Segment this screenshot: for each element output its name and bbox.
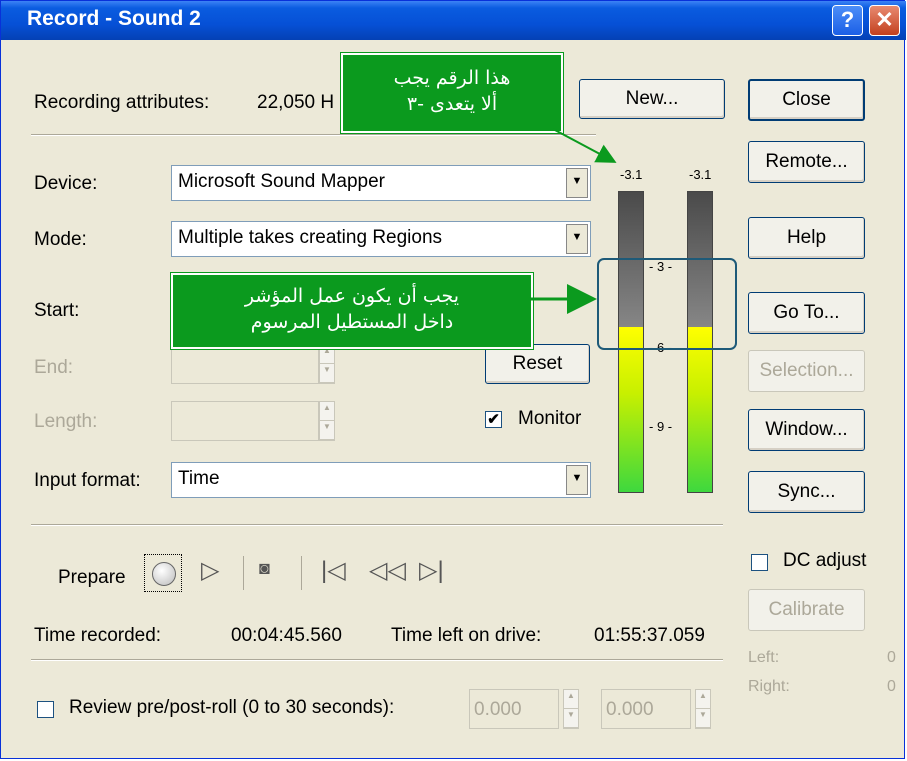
post-roll-field[interactable]: 0.000 [601, 689, 691, 729]
dc-adjust-label: DC adjust [783, 550, 867, 571]
callout-line: يجب أن يكون عمل المؤشر [244, 285, 460, 307]
remote-button[interactable]: Remote... [748, 141, 865, 183]
annotation-rectangle [597, 258, 737, 350]
go-to-end-icon[interactable]: ▷| [419, 556, 444, 585]
callout-meter-range: يجب أن يكون عمل المؤشر داخل المستطيل الم… [170, 272, 534, 350]
review-label: Review pre/post-roll (0 to 30 seconds): [69, 697, 395, 718]
end-field[interactable] [171, 344, 319, 384]
pre-roll-spinner[interactable]: ▲ ▼ [563, 689, 579, 729]
post-roll-value: 0.000 [606, 699, 654, 720]
time-left-value: 01:55:37.059 [594, 625, 705, 646]
chevron-down-icon[interactable]: ▼ [566, 168, 588, 198]
right-level-fill [688, 327, 712, 492]
chevron-down-icon[interactable]: ▼ [566, 224, 588, 254]
pre-roll-value: 0.000 [474, 699, 522, 720]
divider [301, 556, 302, 590]
record-button[interactable] [144, 554, 182, 592]
chevron-down-icon[interactable]: ▼ [566, 465, 588, 495]
callout-line: داخل المستطيل المرسوم [250, 311, 454, 333]
calibrate-button[interactable]: Calibrate [748, 589, 865, 631]
rewind-icon[interactable]: ◁◁ [369, 556, 406, 585]
mode-select[interactable]: Multiple takes creating Regions ▼ [171, 221, 591, 257]
callout-peak-limit: هذا الرقم يجب ألا يتعدى -٣ [340, 52, 564, 134]
start-label: Start: [34, 300, 80, 321]
right-peak-readout: -3.1 [689, 167, 712, 182]
device-select[interactable]: Microsoft Sound Mapper ▼ [171, 165, 591, 201]
monitor-label: Monitor [518, 408, 582, 429]
pre-roll-field[interactable]: 0.000 [469, 689, 559, 729]
record-dialog: Record - Sound 2 ? ✕ Recording attribute… [0, 0, 906, 759]
input-format-label: Input format: [34, 470, 141, 491]
dc-adjust-checkbox[interactable] [751, 554, 768, 571]
divider [243, 556, 244, 590]
right-level-value: 0 [887, 678, 896, 695]
mode-value: Multiple takes creating Regions [178, 227, 443, 248]
left-level-value: 0 [887, 649, 896, 666]
close-title-button[interactable]: ✕ [869, 5, 900, 36]
left-level-label: Left: [748, 649, 780, 666]
meter-scale-9: - 9 - [649, 419, 673, 434]
length-label: Length: [34, 411, 98, 432]
new-button[interactable]: New... [579, 79, 725, 119]
callout-line: هذا الرقم يجب [393, 67, 511, 89]
window-title: Record - Sound 2 [27, 7, 201, 30]
monitor-checkbox[interactable]: ✔ [485, 411, 502, 428]
reset-button[interactable]: Reset [485, 344, 590, 384]
mode-label: Mode: [34, 229, 87, 250]
end-spinner[interactable]: ▲ ▼ [319, 344, 335, 384]
post-roll-spinner[interactable]: ▲ ▼ [695, 689, 711, 729]
close-button[interactable]: Close [748, 79, 865, 121]
recording-attributes-label: Recording attributes: [34, 92, 210, 113]
title-bar[interactable]: Record - Sound 2 ? ✕ [1, 1, 906, 40]
scale-label: 9 [656, 419, 665, 434]
time-left-label: Time left on drive: [391, 625, 542, 646]
length-field[interactable] [171, 401, 319, 441]
review-checkbox[interactable] [37, 701, 54, 718]
prepare-label: Prepare [58, 567, 126, 588]
goto-button[interactable]: Go To... [748, 292, 865, 334]
left-level-fill [619, 327, 643, 492]
time-recorded-label: Time recorded: [34, 625, 162, 646]
input-format-value: Time [178, 468, 220, 489]
right-level-label: Right: [748, 678, 790, 695]
divider [31, 524, 723, 526]
length-spinner[interactable]: ▲ ▼ [319, 401, 335, 441]
help-title-button[interactable]: ? [832, 5, 863, 36]
callout-line: ألا يتعدى -٣ [406, 93, 498, 115]
go-to-start-icon[interactable]: |◁ [321, 556, 346, 585]
play-icon[interactable]: ▷ [201, 556, 219, 585]
marker-icon[interactable]: ◙ [259, 558, 270, 579]
selection-button[interactable]: Selection... [748, 350, 865, 392]
input-format-select[interactable]: Time ▼ [171, 462, 591, 498]
divider [31, 134, 596, 136]
end-label: End: [34, 357, 74, 378]
recording-attributes-value: 22,050 H [257, 92, 335, 113]
device-label: Device: [34, 173, 98, 194]
help-button[interactable]: Help [748, 217, 865, 259]
window-button[interactable]: Window... [748, 409, 865, 451]
record-icon [152, 562, 176, 586]
device-value: Microsoft Sound Mapper [178, 171, 385, 192]
time-recorded-value: 00:04:45.560 [231, 625, 342, 646]
divider [31, 659, 723, 661]
left-peak-readout: -3.1 [620, 167, 643, 182]
sync-button[interactable]: Sync... [748, 471, 865, 513]
